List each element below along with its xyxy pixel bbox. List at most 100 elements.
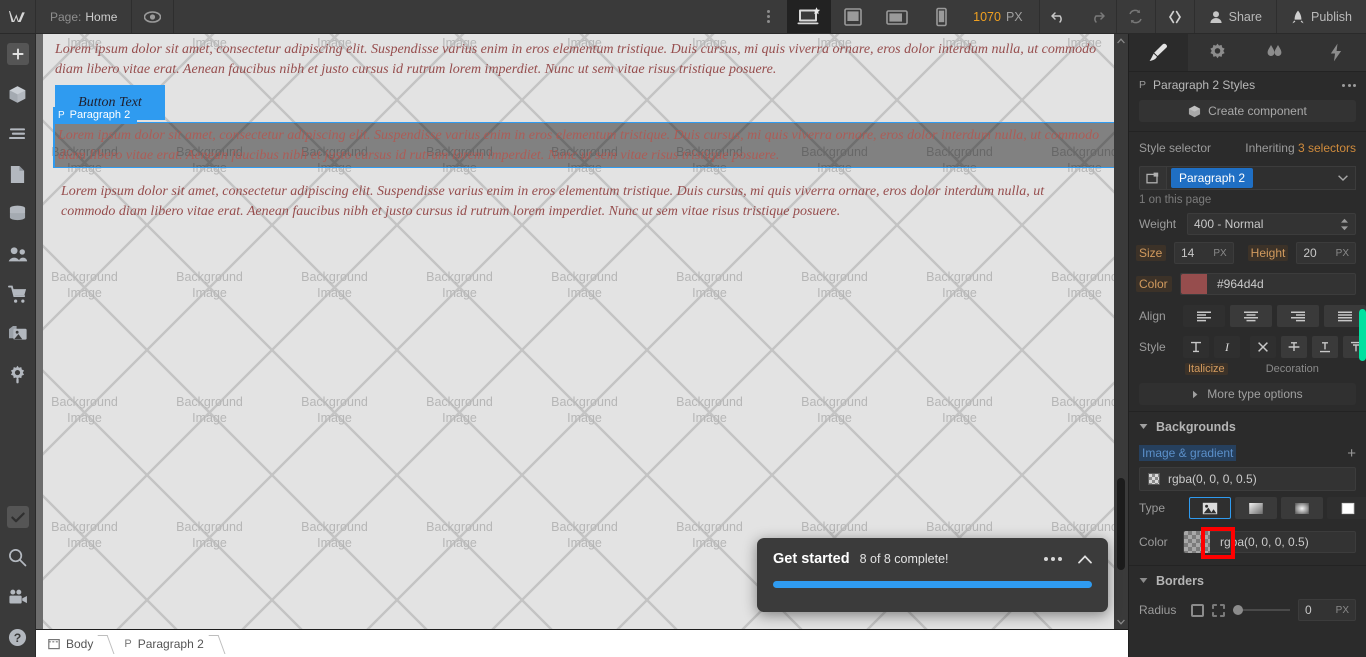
font-size-input[interactable]: 14 PX: [1174, 242, 1234, 264]
breakpoint-tablet-landscape[interactable]: [875, 0, 919, 33]
sidebar-item-pages[interactable]: [0, 154, 36, 194]
tab-interactions[interactable]: [1247, 34, 1307, 71]
background-color-swatch[interactable]: [1184, 531, 1210, 553]
tab-effects[interactable]: [1306, 34, 1366, 71]
add-background-layer-button[interactable]: +: [1347, 446, 1356, 461]
selector-chip[interactable]: Paragraph 2: [1171, 168, 1254, 188]
background-layer-value: rgba(0, 0, 0, 0.5): [1168, 472, 1257, 486]
breakpoint-mobile[interactable]: [919, 0, 963, 33]
question-circle-icon: ?: [8, 628, 27, 646]
radius-slider-knob[interactable]: [1233, 605, 1243, 615]
sidebar-item-video-tutorials[interactable]: [0, 577, 36, 617]
sidebar-item-search[interactable]: [0, 537, 36, 577]
style-panel-more-button[interactable]: [1342, 83, 1356, 87]
paragraph-3[interactable]: Lorem ipsum dolor sit amet, consectetur …: [61, 182, 1101, 222]
preview-toggle[interactable]: [132, 0, 175, 33]
radius-input[interactable]: 0 PX: [1298, 599, 1356, 621]
strikethrough-button[interactable]: [1281, 336, 1307, 358]
scroll-track[interactable]: [1114, 48, 1128, 615]
background-color-label: Color: [1139, 535, 1168, 549]
image-gradient-label[interactable]: Image & gradient: [1139, 445, 1237, 461]
sidebar-item-help[interactable]: ?: [0, 617, 36, 657]
refresh-icon: [1129, 9, 1142, 24]
style-selector-input[interactable]: Paragraph 2: [1167, 166, 1356, 190]
borders-section-header[interactable]: Borders: [1129, 565, 1366, 595]
uppercase-button[interactable]: [1183, 336, 1209, 358]
align-button-group: [1183, 305, 1366, 327]
sidebar-item-components[interactable]: [0, 74, 36, 114]
breakpoint-desktop[interactable]: [787, 0, 832, 33]
italic-button[interactable]: I: [1214, 336, 1240, 358]
radius-slider[interactable]: [1233, 605, 1290, 615]
tab-style[interactable]: [1129, 34, 1189, 71]
background-type-radial-gradient-button[interactable]: [1281, 497, 1323, 519]
sidebar-item-cms[interactable]: [0, 194, 36, 234]
breakpoint-tablet[interactable]: [831, 0, 875, 33]
text-color-input[interactable]: #964d4d: [1180, 273, 1356, 295]
paragraph-2-selected[interactable]: Lorem ipsum dolor sit amet, consectetur …: [53, 122, 1121, 168]
align-left-button[interactable]: [1183, 305, 1225, 327]
background-color-input[interactable]: rgba(0, 0, 0, 0.5): [1183, 531, 1356, 553]
background-type-image-button[interactable]: [1189, 497, 1231, 519]
right-panel-scroll-thumb[interactable]: [1359, 309, 1366, 361]
sidebar-item-assets[interactable]: [0, 314, 36, 354]
tab-settings[interactable]: [1188, 34, 1248, 71]
solid-color-icon: [1341, 502, 1355, 514]
sidebar-item-users[interactable]: [0, 234, 36, 274]
selector-usage-text: 1 on this page: [1139, 194, 1212, 206]
create-component-label: Create component: [1208, 104, 1307, 118]
publish-button[interactable]: Publish: [1277, 0, 1366, 33]
more-type-options-button[interactable]: More type options: [1139, 383, 1356, 405]
font-size-value: 14: [1181, 246, 1195, 260]
underline-button[interactable]: [1312, 336, 1338, 358]
weight-select[interactable]: 400 - Normal: [1187, 213, 1356, 235]
scroll-thumb[interactable]: [1117, 478, 1125, 570]
backgrounds-section-header[interactable]: Backgrounds: [1129, 411, 1366, 441]
breadcrumb-item-paragraph-2[interactable]: P Paragraph 2: [112, 630, 213, 657]
background-type-linear-gradient-button[interactable]: [1235, 497, 1277, 519]
breadcrumb-item-body[interactable]: Body: [36, 630, 103, 657]
line-height-input[interactable]: 20 PX: [1296, 242, 1356, 264]
toast-collapse-button[interactable]: [1078, 554, 1092, 564]
scroll-down-arrow[interactable]: [1117, 615, 1125, 629]
paragraph-glyph-icon: P: [124, 637, 132, 650]
align-center-button[interactable]: [1230, 305, 1272, 327]
radius-individual-corners-button[interactable]: [1212, 603, 1225, 617]
canvas-options-button[interactable]: [749, 0, 787, 33]
background-layer-item[interactable]: rgba(0, 0, 0, 0.5): [1139, 467, 1356, 491]
chevron-down-icon: [1139, 578, 1148, 583]
background-type-solid-color-button[interactable]: [1327, 497, 1366, 519]
align-right-button[interactable]: [1277, 305, 1319, 327]
element-state-button[interactable]: [1139, 166, 1167, 190]
code-export-button[interactable]: [1156, 0, 1194, 33]
scroll-up-arrow[interactable]: [1117, 34, 1125, 48]
selector-dropdown-button[interactable]: [1338, 175, 1348, 181]
selected-element-badge: P Paragraph 2: [53, 107, 138, 124]
page-indicator[interactable]: Page: Home: [36, 0, 133, 33]
left-sidebar: ?: [0, 34, 36, 657]
viewport-width-indicator[interactable]: 1070 PX: [963, 0, 1039, 33]
create-component-button[interactable]: Create component: [1139, 100, 1356, 122]
sidebar-item-navigator[interactable]: [0, 114, 36, 154]
video-camera-icon: [8, 589, 27, 604]
sidebar-item-ecommerce[interactable]: [0, 274, 36, 314]
canvas-scrollbar[interactable]: [1114, 34, 1128, 629]
sidebar-item-add[interactable]: [0, 34, 36, 74]
refresh-preview-button[interactable]: [1117, 0, 1155, 33]
webflow-logo[interactable]: [0, 0, 36, 33]
sidebar-item-settings[interactable]: [0, 354, 36, 394]
redo-button[interactable]: [1078, 0, 1116, 33]
undo-button[interactable]: [1040, 0, 1078, 33]
page-icon: [10, 165, 25, 183]
get-started-toast[interactable]: Get started 8 of 8 complete!: [757, 538, 1108, 612]
inheriting-info[interactable]: Inheriting 3 selectors: [1245, 141, 1356, 155]
share-button[interactable]: Share: [1195, 0, 1276, 33]
no-decoration-button[interactable]: [1250, 336, 1276, 358]
dot: [1044, 557, 1048, 561]
text-color-swatch[interactable]: [1181, 274, 1207, 294]
radius-all-corners-button[interactable]: [1191, 603, 1204, 617]
sidebar-item-audit[interactable]: [0, 497, 36, 537]
droplets-icon: [1267, 44, 1282, 56]
paragraph-1[interactable]: Lorem ipsum dolor sit amet, consectetur …: [55, 40, 1109, 80]
toast-more-button[interactable]: [1044, 557, 1062, 561]
